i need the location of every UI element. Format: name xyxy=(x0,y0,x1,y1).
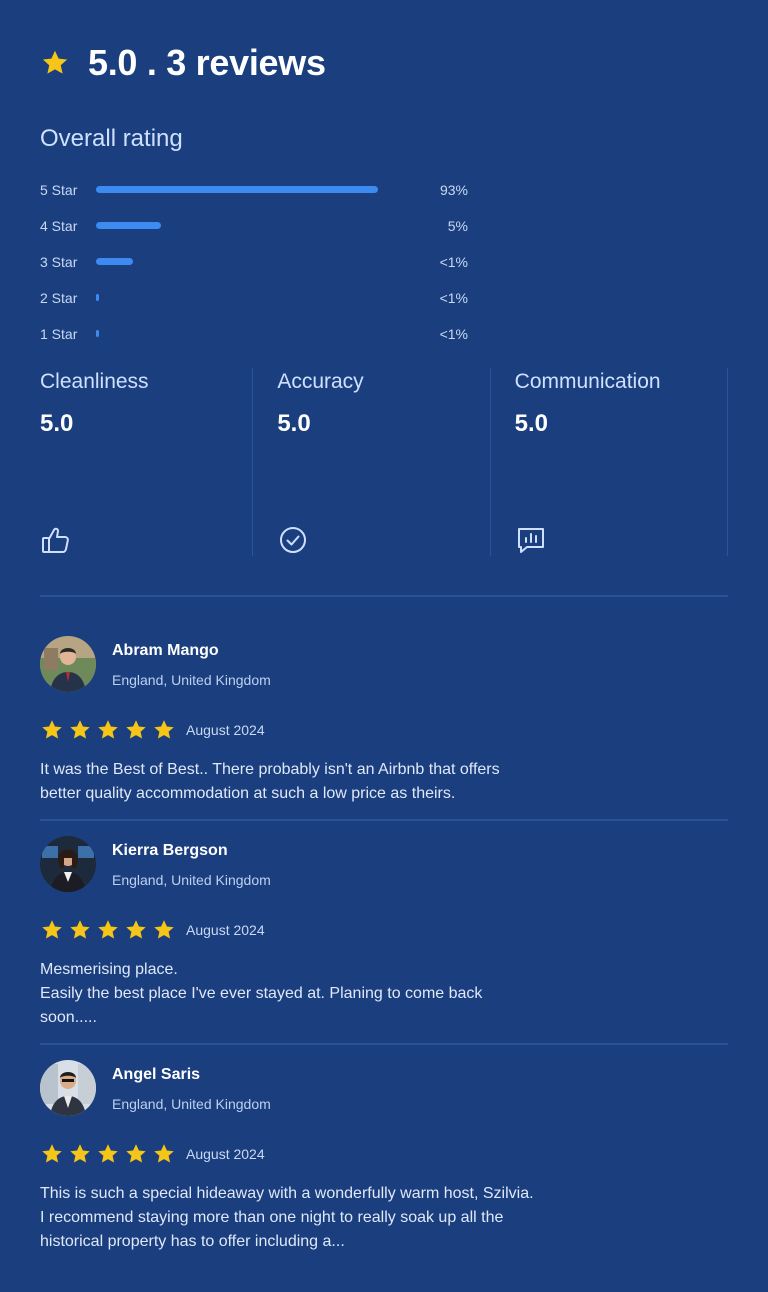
review-card: Kierra Bergson England, United Kingdom A… xyxy=(40,836,728,1031)
rating-bar-track xyxy=(96,186,378,193)
rating-bar-track xyxy=(96,258,378,265)
review-card: Abram Mango England, United Kingdom Augu… xyxy=(40,636,728,806)
rating-summary: 5.0 . 3 reviews xyxy=(40,40,326,86)
review-date: August 2024 xyxy=(186,1146,265,1162)
rating-bar-row: 1 Star <1% xyxy=(40,322,480,358)
rating-bar-fill xyxy=(96,330,99,337)
chat-chart-icon xyxy=(517,528,544,553)
avatar xyxy=(40,836,96,892)
rating-bar-label: 1 Star xyxy=(40,326,78,342)
rating-bar-percent: 93% xyxy=(439,182,468,198)
thumbs-up-icon xyxy=(42,527,69,553)
review-text: Mesmerising place. Easily the best place… xyxy=(40,961,483,1026)
section-divider xyxy=(40,595,728,597)
rating-bar-percent: <1% xyxy=(439,290,468,306)
review-stars: August 2024 xyxy=(40,918,265,942)
reviewer-name: Abram Mango xyxy=(112,642,219,659)
category-score: 5.0 xyxy=(277,410,311,437)
star-icon xyxy=(40,718,64,742)
reviewer-location: England, United Kingdom xyxy=(112,672,271,688)
review-stars: August 2024 xyxy=(40,718,265,742)
reviewer-location: England, United Kingdom xyxy=(112,872,271,888)
star-icon xyxy=(40,918,64,942)
star-icon xyxy=(96,918,120,942)
category-ratings: Cleanliness 5.0 Accuracy 5.0 Communicati… xyxy=(40,368,728,556)
category-communication: Communication 5.0 xyxy=(491,368,728,556)
star-icon xyxy=(40,48,70,78)
category-accuracy: Accuracy 5.0 xyxy=(253,368,491,556)
rating-bar-row: 4 Star 5% xyxy=(40,214,480,250)
star-icon xyxy=(124,918,148,942)
star-icon xyxy=(96,718,120,742)
rating-bar-label: 2 Star xyxy=(40,290,78,306)
review-stars: August 2024 xyxy=(40,1142,265,1166)
rating-bar-label: 4 Star xyxy=(40,218,78,234)
review-divider xyxy=(40,1043,728,1045)
check-circle-icon xyxy=(280,527,307,553)
rating-breakdown: 5 Star 93% 4 Star 5% 3 Star <1% 2 Star <… xyxy=(40,178,480,358)
category-name: Cleanliness xyxy=(40,370,149,393)
rating-bar-fill xyxy=(96,222,161,229)
star-icon xyxy=(152,1142,176,1166)
review-date: August 2024 xyxy=(186,922,265,938)
rating-bar-track xyxy=(96,330,378,337)
rating-bar-label: 5 Star xyxy=(40,182,78,198)
reviewer-name: Angel Saris xyxy=(112,1066,201,1083)
star-icon xyxy=(152,718,176,742)
rating-bar-row: 2 Star <1% xyxy=(40,286,480,322)
reviewer-name: Kierra Bergson xyxy=(112,842,228,859)
star-icon xyxy=(40,1142,64,1166)
rating-bar-label: 3 Star xyxy=(40,254,78,270)
rating-bar-percent: <1% xyxy=(439,254,468,270)
category-cleanliness: Cleanliness 5.0 xyxy=(40,368,254,556)
review-card: Angel Saris England, United Kingdom Augu… xyxy=(40,1060,728,1255)
rating-bar-percent: <1% xyxy=(439,326,468,342)
review-divider xyxy=(40,819,728,821)
category-name: Communication xyxy=(514,370,661,393)
star-icon xyxy=(124,1142,148,1166)
avatar xyxy=(40,1060,96,1116)
star-icon xyxy=(68,918,92,942)
star-icon xyxy=(124,718,148,742)
rating-bar-fill xyxy=(96,294,99,301)
rating-bar-fill xyxy=(96,258,133,265)
reviewer-location: England, United Kingdom xyxy=(112,1096,271,1112)
star-icon xyxy=(96,1142,120,1166)
rating-bar-percent: 5% xyxy=(447,218,468,234)
review-date: August 2024 xyxy=(186,722,265,738)
category-score: 5.0 xyxy=(40,410,74,437)
avatar xyxy=(40,636,96,692)
review-text: This is such a special hideaway with a w… xyxy=(40,1185,534,1250)
category-name: Accuracy xyxy=(277,370,364,393)
category-score: 5.0 xyxy=(514,410,549,437)
rating-bar-row: 5 Star 93% xyxy=(40,178,480,214)
star-icon xyxy=(152,918,176,942)
rating-bar-fill xyxy=(96,186,378,193)
rating-bar-track xyxy=(96,222,378,229)
review-text: It was the Best of Best.. There probably… xyxy=(40,761,500,802)
star-icon xyxy=(68,718,92,742)
overall-rating-heading: Overall rating xyxy=(40,125,183,152)
rating-bar-track xyxy=(96,294,378,301)
rating-bar-row: 3 Star <1% xyxy=(40,250,480,286)
rating-summary-title: 5.0 . 3 reviews xyxy=(88,42,326,83)
star-icon xyxy=(68,1142,92,1166)
